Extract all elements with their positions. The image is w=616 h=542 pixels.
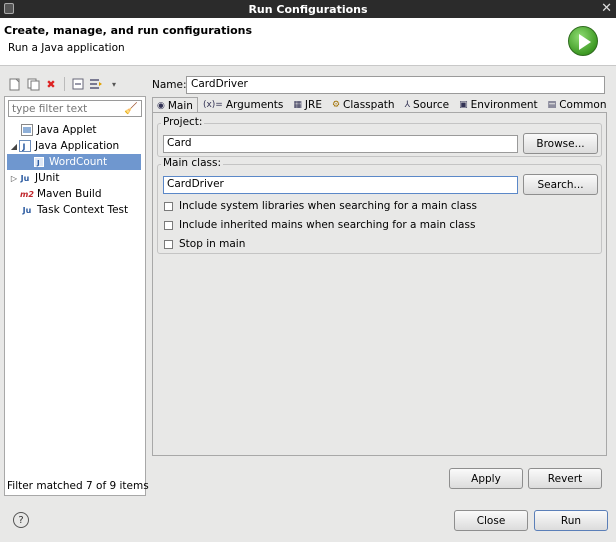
delete-configuration-icon[interactable]: ✖: [44, 77, 58, 91]
window-title-bar: Run Configurations ✕: [0, 0, 616, 18]
apply-button[interactable]: Apply: [449, 468, 523, 489]
checkbox-label: Include inherited mains when searching f…: [179, 219, 476, 231]
maven-icon: m2: [20, 189, 34, 199]
configurations-toolbar: ✖ ▾: [4, 74, 144, 94]
main-class-input[interactable]: CardDriver: [163, 176, 518, 194]
checkbox-label: Include system libraries when searching …: [179, 200, 477, 212]
help-icon[interactable]: ?: [13, 512, 29, 528]
include-inherited-mains-checkbox[interactable]: Include inherited mains when searching f…: [164, 219, 475, 231]
tree-item-java-applet[interactable]: Java Applet: [11, 122, 97, 138]
configurations-tree-panel: 🧹 Java Applet ◢ J Java Application J Wor…: [4, 96, 146, 496]
tab-source[interactable]: ⅄ Source: [400, 97, 455, 113]
main-tab-content: Project: Card Browse... Main class: Card…: [152, 112, 607, 456]
tree-item-label: Java Applet: [37, 124, 97, 136]
project-label: Project:: [161, 116, 205, 128]
name-input[interactable]: CardDriver: [186, 76, 605, 94]
header-title: Create, manage, and run configurations: [4, 24, 253, 37]
close-window-icon[interactable]: ✕: [601, 1, 612, 16]
new-configuration-icon[interactable]: [8, 77, 22, 91]
clear-filter-icon[interactable]: 🧹: [124, 102, 138, 115]
checkbox-label: Stop in main: [179, 238, 246, 250]
filter-configurations-icon[interactable]: [89, 77, 103, 91]
checkbox-box[interactable]: [164, 220, 173, 230]
tab-main[interactable]: ◉ Main: [152, 97, 198, 113]
common-tab-icon: ▤: [547, 100, 557, 110]
project-input[interactable]: Card: [163, 135, 518, 153]
tab-common[interactable]: ▤ Common: [543, 97, 612, 113]
tree-item-maven-build[interactable]: m2 Maven Build: [11, 186, 102, 202]
filter-status-text: Filter matched 7 of 9 items: [7, 480, 149, 492]
main-class-label: Main class:: [161, 157, 224, 169]
chevron-down-icon[interactable]: ▾: [107, 77, 121, 91]
include-system-libraries-checkbox[interactable]: Include system libraries when searching …: [164, 200, 477, 212]
filter-field[interactable]: 🧹: [8, 100, 142, 117]
java-application-icon: J: [19, 140, 31, 152]
environment-tab-icon: ▣: [459, 100, 468, 110]
run-button[interactable]: Run: [534, 510, 608, 531]
task-context-icon: Ju: [22, 205, 32, 215]
tree-item-junit[interactable]: ▷ Ju JUnit: [9, 170, 60, 186]
collapse-arrow-icon[interactable]: ◢: [9, 142, 19, 151]
tree-item-label: Maven Build: [37, 188, 102, 200]
config-tabs: ◉ Main (x)= Arguments ▦ JRE ⚙ Classpath …: [152, 97, 611, 113]
project-group: Project: Card Browse...: [157, 116, 602, 157]
java-class-icon: J: [33, 156, 45, 168]
search-button[interactable]: Search...: [523, 174, 598, 195]
tab-classpath[interactable]: ⚙ Classpath: [327, 97, 400, 113]
junit-icon: Ju: [20, 173, 30, 183]
window-title: Run Configurations: [248, 2, 368, 16]
name-label: Name:: [152, 79, 187, 91]
browse-button[interactable]: Browse...: [523, 133, 598, 154]
header-subtitle: Run a Java application: [8, 42, 125, 54]
tree-item-label: JUnit: [35, 172, 60, 184]
tree-item-label: Task Context Test: [37, 204, 129, 216]
arguments-tab-icon: (x)=: [202, 100, 223, 110]
stop-in-main-checkbox[interactable]: Stop in main: [164, 238, 245, 250]
dialog-header: Create, manage, and run configurations R…: [0, 18, 616, 66]
window-menu-icon[interactable]: [4, 3, 14, 14]
collapse-all-icon[interactable]: [71, 77, 85, 91]
tree-item-label: WordCount: [49, 156, 108, 168]
expand-arrow-icon[interactable]: ▷: [9, 174, 19, 183]
duplicate-configuration-icon[interactable]: [26, 77, 40, 91]
jre-tab-icon: ▦: [293, 100, 302, 110]
tree-item-wordcount[interactable]: J WordCount: [7, 154, 141, 170]
main-tab-icon: ◉: [157, 100, 165, 111]
toolbar-separator: [64, 77, 65, 91]
tab-environment[interactable]: ▣ Environment: [454, 97, 543, 113]
svg-text:J: J: [36, 159, 40, 167]
tab-jre[interactable]: ▦ JRE: [288, 97, 327, 113]
revert-button[interactable]: Revert: [528, 468, 602, 489]
checkbox-box[interactable]: [164, 239, 173, 249]
svg-text:J: J: [22, 143, 26, 152]
tree-item-java-application[interactable]: ◢ J Java Application: [9, 138, 119, 154]
close-button[interactable]: Close: [454, 510, 528, 531]
checkbox-box[interactable]: [164, 201, 173, 211]
run-banner-icon: [568, 26, 598, 56]
java-applet-icon: [21, 124, 33, 136]
tree-item-task-context-test[interactable]: Ju Task Context Test: [11, 202, 129, 218]
main-class-group: Main class: CardDriver Search... Include…: [157, 157, 602, 254]
filter-input[interactable]: [9, 101, 125, 116]
classpath-tab-icon: ⚙: [331, 100, 341, 110]
tab-arguments[interactable]: (x)= Arguments: [198, 97, 288, 113]
tree-item-label: Java Application: [35, 140, 120, 152]
source-tab-icon: ⅄: [404, 100, 411, 110]
